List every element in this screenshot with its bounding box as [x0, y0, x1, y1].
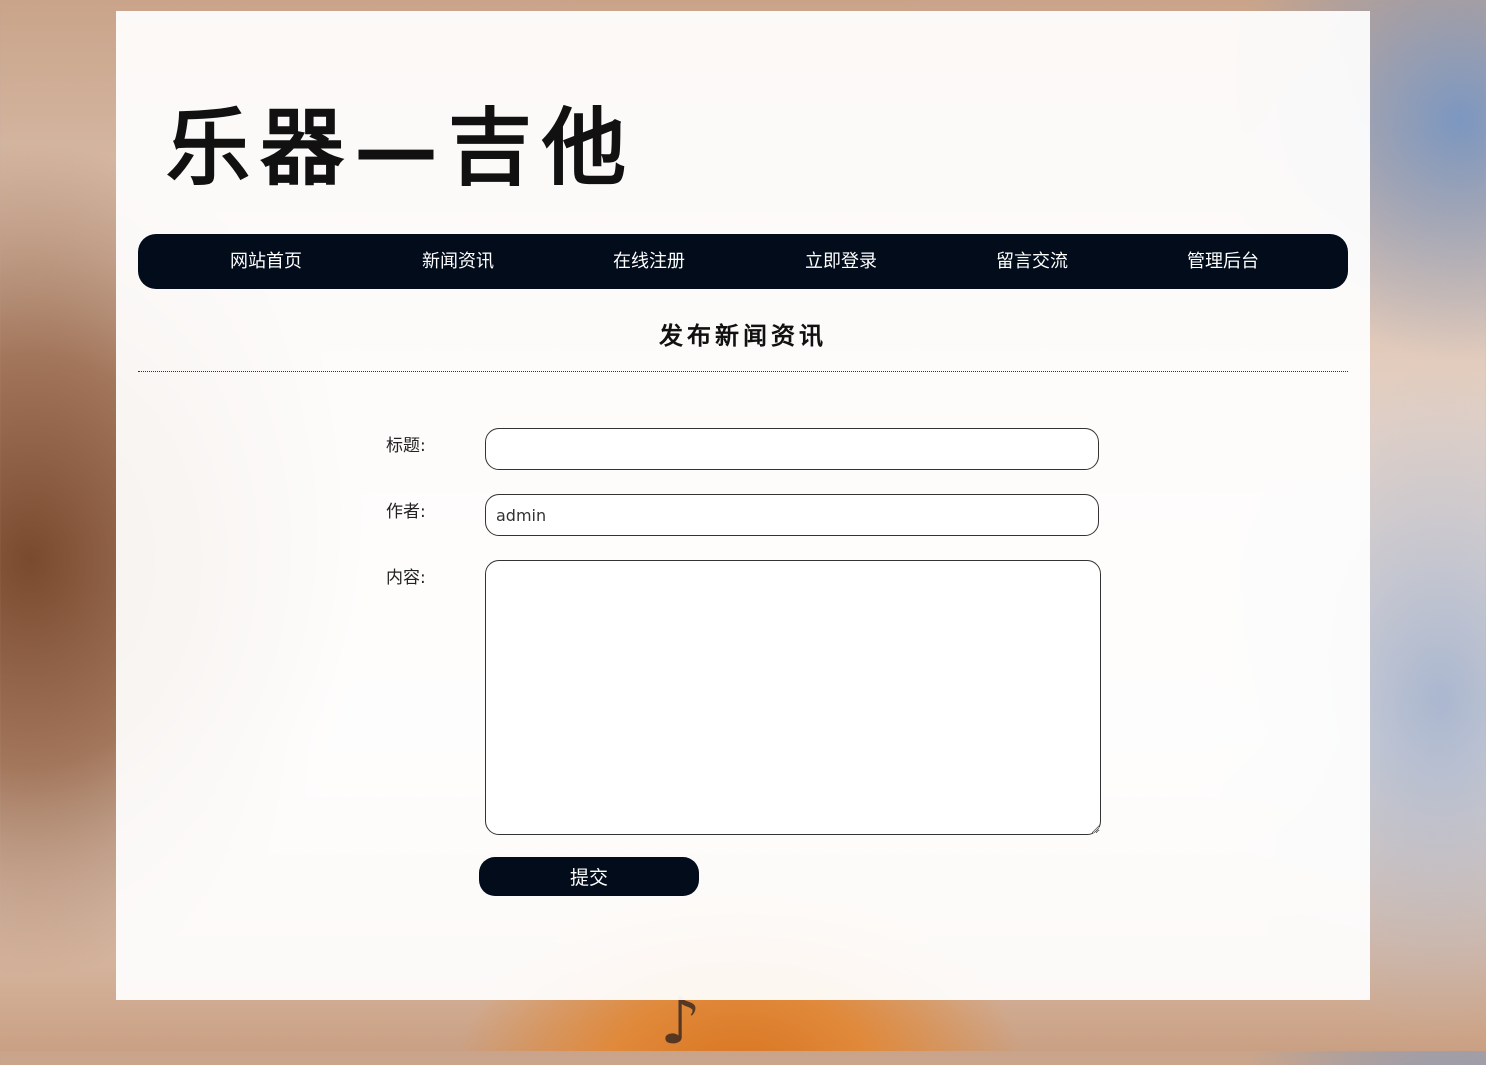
- author-label: 作者:: [386, 502, 426, 522]
- title-label: 标题:: [386, 436, 426, 456]
- nav-item-register[interactable]: 在线注册: [579, 234, 719, 289]
- content-panel: 乐器—吉他 网站首页 新闻资讯 在线注册 立即登录 留言交流 管理后台 发布新闻…: [116, 11, 1370, 1000]
- submit-button[interactable]: 提交: [479, 857, 699, 896]
- title-divider: [138, 371, 1348, 372]
- nav-item-news[interactable]: 新闻资讯: [388, 234, 528, 289]
- site-logo: 乐器—吉他: [166, 98, 637, 197]
- page-title: 发布新闻资讯: [659, 321, 827, 350]
- title-input[interactable]: [485, 428, 1099, 470]
- author-input[interactable]: [485, 494, 1099, 536]
- nav-item-login[interactable]: 立即登录: [771, 234, 911, 289]
- nav-item-guestbook[interactable]: 留言交流: [962, 234, 1102, 289]
- nav-item-home[interactable]: 网站首页: [196, 234, 336, 289]
- nav-item-admin[interactable]: 管理后台: [1153, 234, 1293, 289]
- main-nav: 网站首页 新闻资讯 在线注册 立即登录 留言交流 管理后台: [138, 234, 1348, 289]
- content-textarea[interactable]: [485, 560, 1101, 835]
- content-label: 内容:: [386, 568, 426, 588]
